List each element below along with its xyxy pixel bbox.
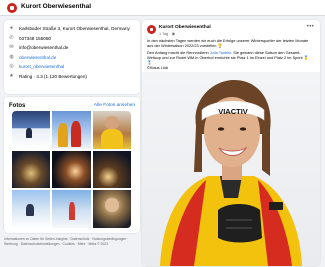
info-row-email: ✉ info@oberwiesenthal.de: [9, 43, 135, 53]
info-row-website: ◍ oberwiesenthal.de: [9, 53, 135, 63]
photo-grid: [12, 111, 131, 228]
more-options-icon[interactable]: •••: [307, 24, 314, 30]
info-row-phone: ✆ 037348 155050: [9, 34, 135, 44]
photo-thumbnail[interactable]: [92, 150, 131, 189]
post-text: In den nächsten Tagen werden wir euch di…: [147, 38, 313, 70]
photo-thumbnail[interactable]: [52, 111, 91, 149]
photo-thumbnail[interactable]: [12, 150, 51, 189]
post-timestamp[interactable]: 1 Tag · ◉: [159, 31, 175, 36]
photo-thumbnail[interactable]: [12, 190, 51, 228]
headband-brand-text: VIACTIV: [218, 107, 248, 116]
footer-links[interactable]: Informationen zu Daten für Seiten-Insigh…: [4, 237, 140, 246]
feed-post: Kurort Oberwiesenthal 1 Tag · ◉ ••• In d…: [142, 20, 320, 266]
intro-card: ● Karlsbader Straße 3, Kurort Oberwiesen…: [4, 20, 140, 94]
address-text: Karlsbader Straße 3, Kurort Oberwiesenth…: [19, 26, 130, 32]
photo-thumbnail[interactable]: [52, 150, 91, 189]
photos-heading: Fotos: [9, 102, 26, 109]
info-row-address: ● Karlsbader Straße 3, Kurort Oberwiesen…: [9, 24, 135, 34]
info-row-rating: ★ Rating · 4.3 (1.120 Bewertungen): [9, 72, 135, 82]
email-text[interactable]: info@oberwiesenthal.de: [19, 45, 68, 50]
post-photo[interactable]: VIACTIV: [142, 72, 320, 266]
photo-thumbnail[interactable]: [12, 111, 51, 149]
photo-thumbnail[interactable]: [52, 190, 91, 228]
post-paragraph: In den nächsten Tagen werden wir euch di…: [147, 38, 309, 48]
instagram-icon: ◎: [9, 63, 14, 70]
athlete-portrait-image: VIACTIV: [160, 80, 302, 266]
info-row-instagram: ◎ kurort_oberwiesenthal: [9, 62, 135, 72]
website-link[interactable]: oberwiesenthal.de: [19, 55, 56, 60]
location-pin-icon: ●: [9, 25, 14, 32]
post-avatar-icon[interactable]: [147, 25, 156, 34]
phone-text[interactable]: 037348 155050: [19, 36, 51, 41]
photo-thumbnail[interactable]: [92, 111, 131, 149]
star-icon: ★: [9, 72, 14, 79]
photo-credit: ©Klaus Lüdi: [147, 65, 169, 70]
instagram-link[interactable]: kurort_oberwiesenthal: [19, 64, 64, 69]
post-author[interactable]: Kurort Oberwiesenthal: [159, 25, 211, 30]
email-icon: ✉: [9, 44, 14, 51]
photo-thumbnail[interactable]: [92, 190, 131, 228]
page-header-bar: Kurort Oberwiesenthal: [0, 0, 325, 16]
page-logo-icon[interactable]: [7, 3, 17, 13]
rating-text[interactable]: Rating · 4.3 (1.120 Bewertungen): [19, 74, 87, 79]
page-title[interactable]: Kurort Oberwiesenthal: [21, 3, 91, 10]
post-paragraph: Den Anfang macht die Rennrodlerin Julia …: [147, 50, 309, 65]
phone-icon: ✆: [9, 34, 14, 41]
see-all-photos-link[interactable]: Alle Fotos ansehen: [94, 103, 135, 108]
globe-icon: ◍: [9, 53, 14, 60]
photos-card: Fotos Alle Fotos ansehen: [4, 97, 140, 233]
